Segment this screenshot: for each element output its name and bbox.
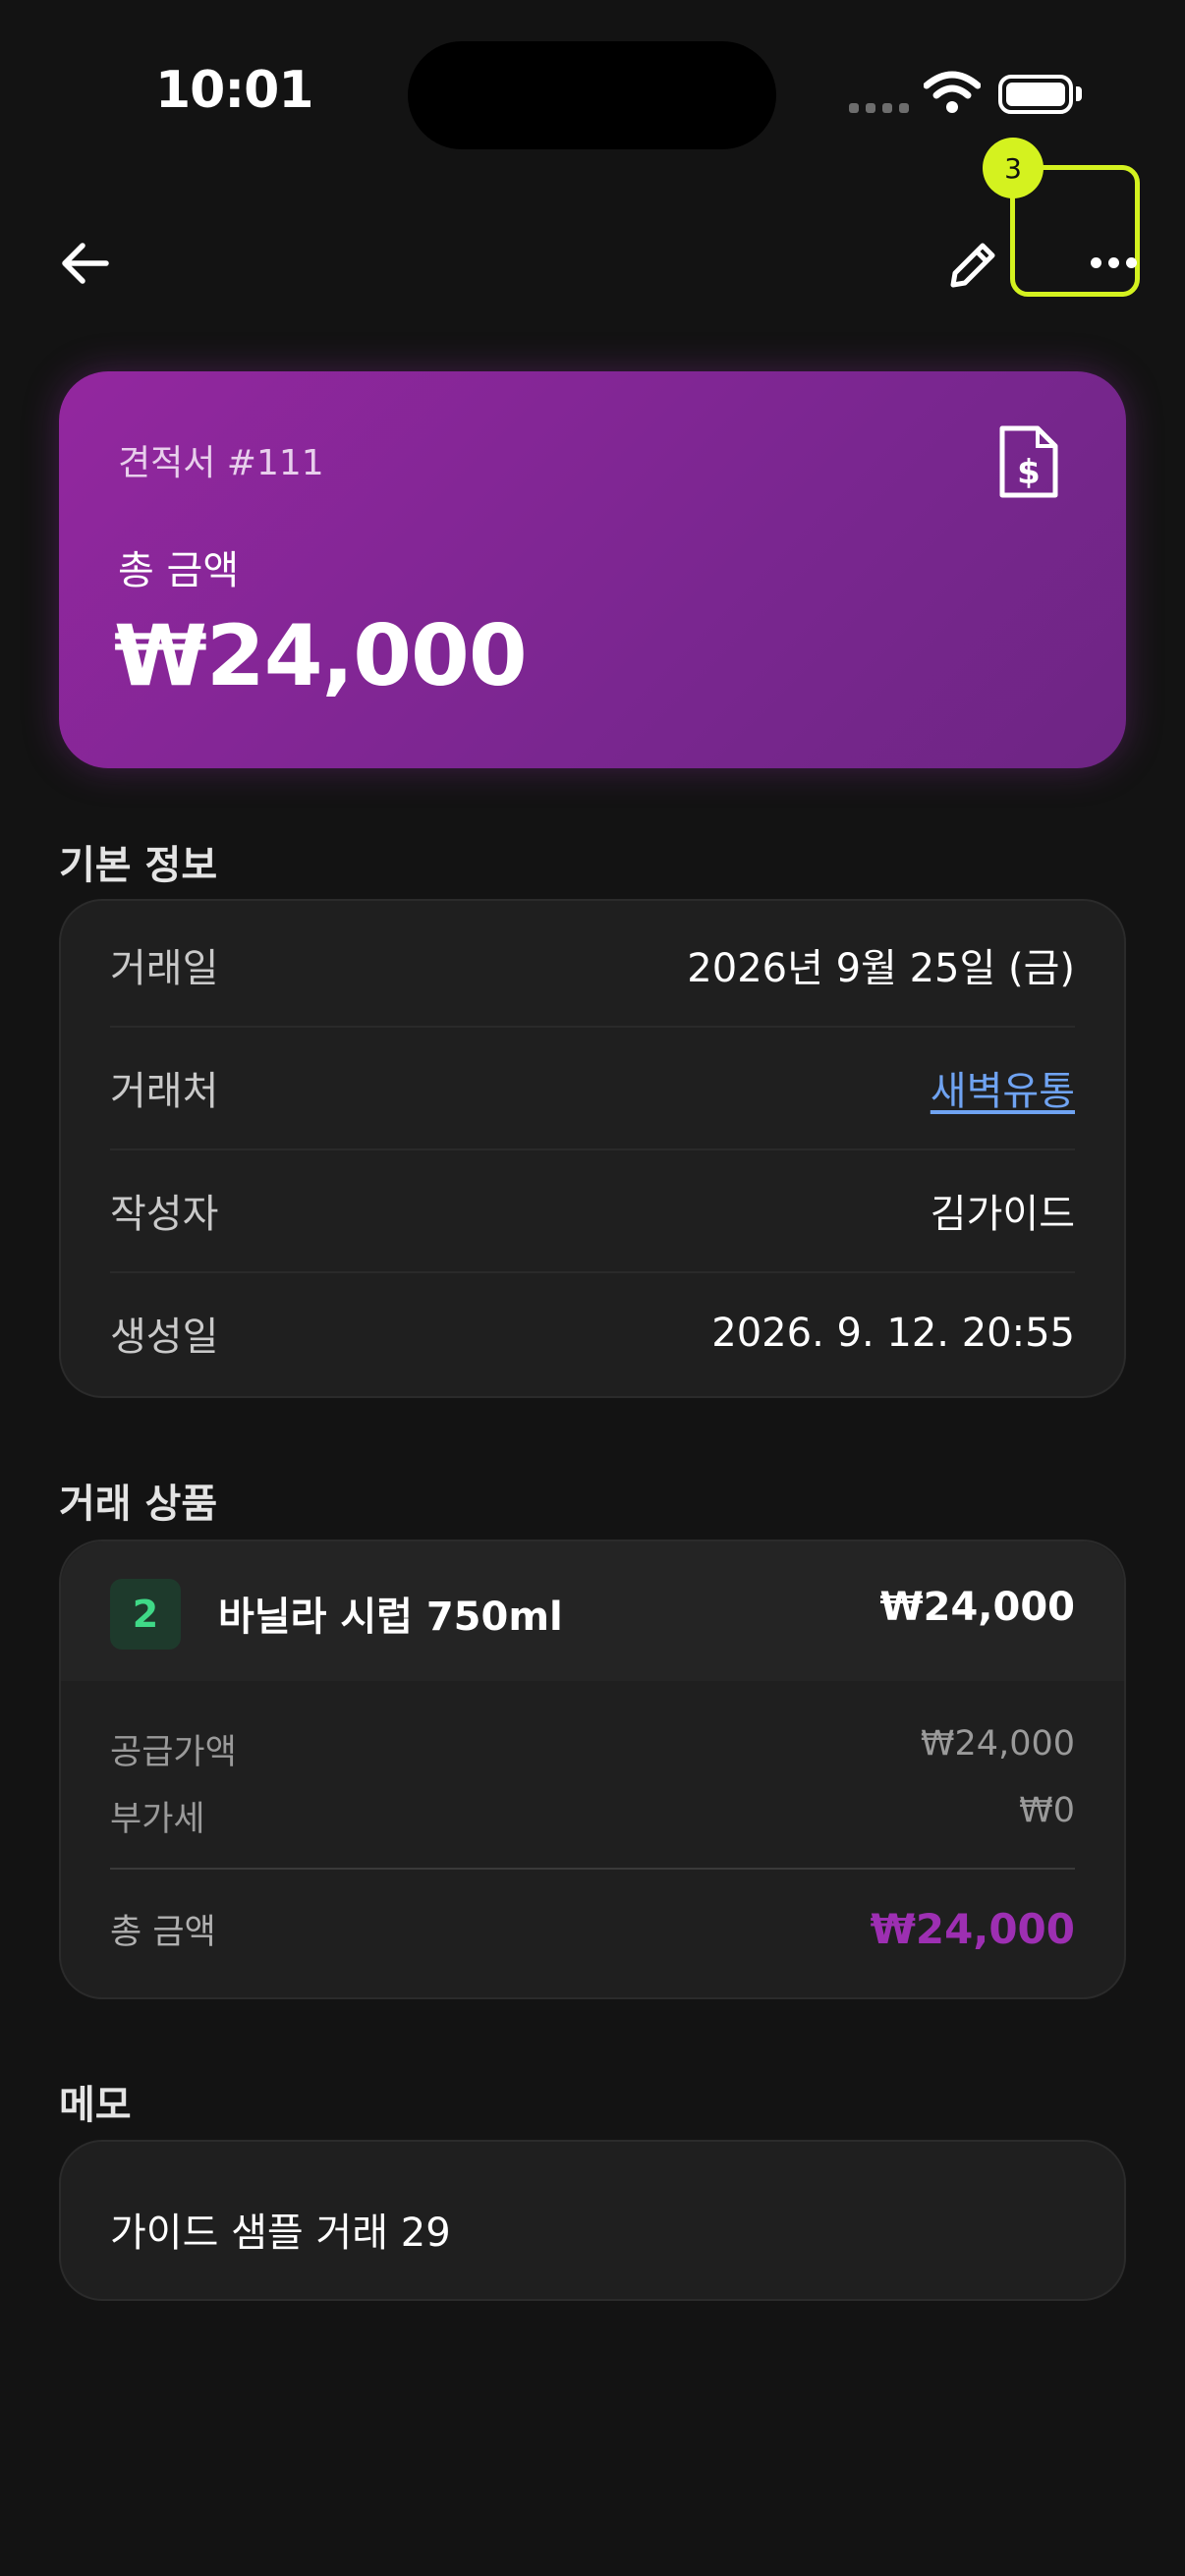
total-amount-value: ₩24,000 [114, 607, 528, 705]
info-value: 2026. 9. 12. 20:55 [711, 1310, 1075, 1356]
cellular-signal-icon [849, 103, 909, 113]
basic-info-card: 거래일 2026년 9월 25일 (금) 거래처 새벽유통 작성자 김가이드 생… [59, 899, 1126, 1398]
vat-row: 부가세 ₩0 [110, 1791, 1075, 1841]
info-label: 거래일 [110, 945, 219, 991]
battery-icon [998, 75, 1073, 114]
more-options-icon[interactable] [1091, 257, 1137, 268]
info-label: 작성자 [110, 1191, 219, 1237]
item-price: ₩24,000 [879, 1585, 1075, 1630]
battery-tip [1076, 86, 1082, 101]
info-row-client: 거래처 새벽유통 [110, 1026, 1075, 1148]
supply-amount-row: 공급가액 ₩24,000 [110, 1724, 1075, 1774]
items-total-label: 총 금액 [110, 1912, 216, 1952]
items-total-value: ₩24,000 [870, 1904, 1075, 1953]
memo-text: 가이드 샘플 거래 29 [110, 2211, 451, 2256]
estimate-summary-card: 견적서 #111 총 금액 ₩24,000 $ [59, 371, 1126, 768]
items-title: 거래 상품 [59, 1482, 218, 1527]
estimate-number: 견적서 #111 [118, 443, 324, 483]
vat-label: 부가세 [110, 1800, 205, 1839]
info-row-author: 작성자 김가이드 [110, 1148, 1075, 1271]
info-label: 거래처 [110, 1068, 219, 1114]
items-total-row: 총 금액 ₩24,000 [110, 1899, 1075, 1958]
info-value: 김가이드 [930, 1191, 1075, 1237]
info-value: 2026년 9월 25일 (금) [687, 945, 1075, 991]
item-row[interactable]: 2 바닐라 시럽 750ml ₩24,000 [61, 1541, 1124, 1681]
memo-card: 가이드 샘플 거래 29 [59, 2140, 1126, 2301]
back-arrow-icon[interactable] [57, 236, 112, 291]
vat-value: ₩0 [1019, 1791, 1075, 1830]
invoice-document-icon: $ [999, 425, 1058, 498]
memo-title: 메모 [59, 2083, 132, 2128]
info-row-date: 거래일 2026년 9월 25일 (금) [110, 903, 1075, 1026]
client-link[interactable]: 새벽유통 [931, 1059, 1075, 1116]
total-amount-label: 총 금액 [118, 548, 240, 593]
info-label: 생성일 [110, 1314, 219, 1360]
dynamic-island [408, 41, 776, 149]
svg-text:$: $ [1017, 453, 1041, 492]
supply-value: ₩24,000 [920, 1724, 1075, 1764]
item-quantity-badge: 2 [110, 1579, 181, 1650]
divider [110, 1868, 1075, 1870]
wifi-icon [924, 71, 981, 113]
items-card: 2 바닐라 시럽 750ml ₩24,000 공급가액 ₩24,000 부가세 … [59, 1540, 1126, 1999]
supply-label: 공급가액 [110, 1733, 237, 1772]
info-row-created: 생성일 2026. 9. 12. 20:55 [110, 1271, 1075, 1394]
step-badge: 3 [983, 138, 1044, 198]
edit-pencil-icon[interactable] [941, 234, 1004, 297]
item-name: 바닐라 시럽 750ml [218, 1595, 563, 1640]
status-time: 10:01 [155, 61, 314, 120]
basic-info-title: 기본 정보 [59, 843, 218, 888]
